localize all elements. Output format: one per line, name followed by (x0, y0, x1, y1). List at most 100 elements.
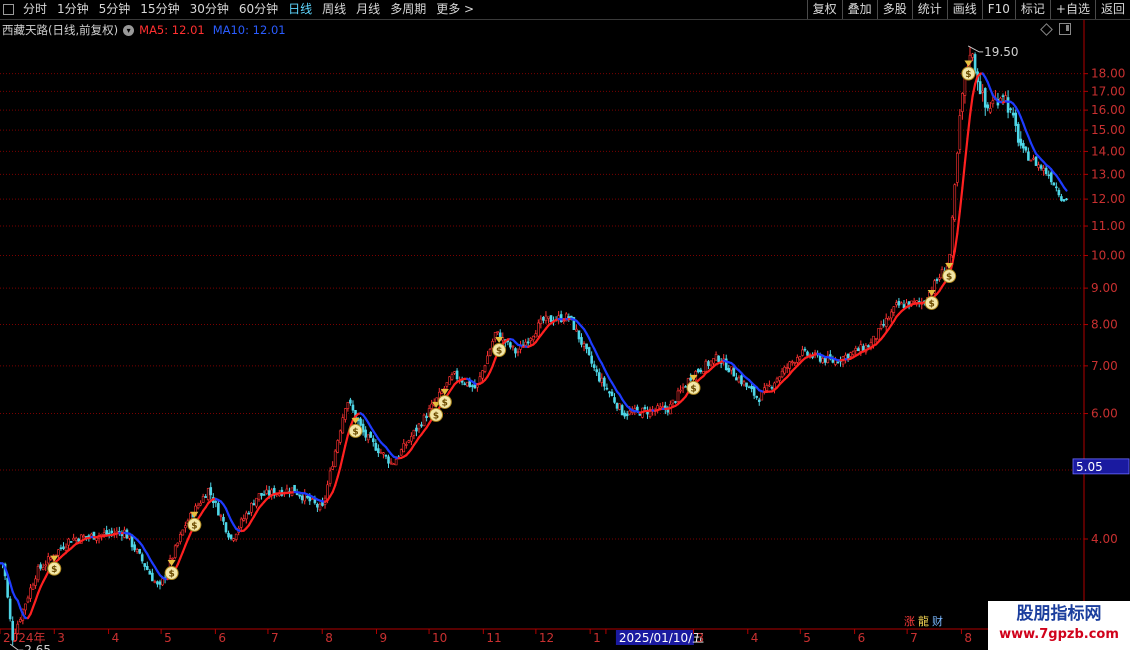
candle-body (161, 578, 164, 586)
candle-body (1014, 112, 1018, 126)
candle-body (697, 368, 700, 373)
y-tick-label: 9.00 (1091, 281, 1118, 295)
x-tick-label: 3 (57, 631, 65, 645)
money-bag-icon[interactable]: $ (961, 60, 976, 81)
candle-body (364, 429, 367, 438)
candle-body (82, 535, 86, 538)
candle-body (496, 331, 499, 333)
candle-body (178, 534, 182, 543)
candle-body (778, 376, 781, 381)
candle-body (938, 277, 941, 280)
candle-body (158, 581, 162, 585)
candle-body (529, 338, 533, 341)
candle-body (625, 413, 629, 417)
candle-body (580, 337, 583, 345)
candle-body (684, 386, 687, 388)
candle-body (585, 343, 588, 350)
candle-body (623, 412, 626, 417)
candle-body (900, 302, 903, 305)
y-tick-label: 18.00 (1091, 67, 1125, 81)
cai-badge[interactable]: 财 (932, 613, 943, 629)
candle-body (1029, 159, 1033, 162)
candle-body (562, 320, 566, 323)
candle-body (36, 566, 40, 581)
candle-body (26, 597, 30, 603)
zhang-badge[interactable]: 涨 (904, 613, 915, 629)
candle-body (889, 311, 893, 319)
candle-body (714, 354, 718, 361)
candle-body (138, 548, 141, 554)
candle-body (262, 494, 266, 496)
candle-body (587, 347, 591, 355)
x-tick-label: 6 (858, 631, 866, 645)
candle-body (897, 301, 901, 306)
candle-body (57, 549, 60, 556)
candle-body (836, 361, 840, 364)
money-bag-icon[interactable]: $ (686, 374, 701, 395)
candle-body (351, 404, 355, 411)
candle-body (597, 372, 601, 382)
y-tick-label: 16.00 (1091, 103, 1125, 117)
candle-body (305, 495, 309, 498)
candle-body (1019, 138, 1023, 146)
candle-body (887, 318, 891, 321)
candle-body (74, 537, 78, 541)
x-tick-label: 7 (271, 631, 279, 645)
candle-body (13, 633, 17, 641)
candle-body (514, 348, 517, 354)
money-bag-icon[interactable]: $ (942, 263, 957, 284)
candle-body (242, 518, 246, 521)
candle-body (531, 335, 535, 341)
candle-body (455, 370, 459, 380)
ma-line-segment (491, 357, 497, 368)
candle-body (983, 88, 987, 108)
candle-body (1037, 164, 1040, 168)
candle-body (1047, 174, 1051, 177)
candle-body (384, 454, 388, 457)
ma-line-segment (956, 210, 961, 235)
candle-body (46, 556, 50, 564)
candle-body (227, 532, 230, 538)
candle-body (239, 518, 243, 528)
candle-body (783, 366, 786, 374)
candle-body (1011, 112, 1015, 116)
x-tick-label: 8 (964, 631, 972, 645)
stock-badges: 涨 龍 财 (904, 613, 943, 629)
candle-body (958, 115, 962, 150)
candle-body (689, 377, 692, 381)
kline-chart[interactable]: 4.005.006.007.008.009.0010.0011.0012.001… (0, 0, 1130, 650)
candle-body (382, 452, 385, 455)
candle-body (128, 535, 131, 539)
candle-body (245, 512, 248, 520)
candle-body (765, 385, 769, 391)
y-tick-label: 7.00 (1091, 359, 1118, 373)
ma-line-segment (1062, 186, 1068, 192)
candle-body (849, 352, 852, 357)
money-bag-icon[interactable]: $ (924, 289, 939, 310)
candle-body (222, 516, 225, 522)
long-badge[interactable]: 龍 (918, 613, 929, 629)
candle-body (1009, 108, 1012, 110)
candle-body (534, 333, 538, 338)
candle-body (935, 279, 939, 281)
candle-body (463, 383, 466, 385)
candle-body (229, 534, 233, 539)
candle-body (803, 348, 807, 351)
candle-body (19, 619, 22, 622)
svg-text:$: $ (352, 427, 358, 437)
candle-body (750, 385, 753, 390)
ma-line-segment (963, 137, 969, 164)
candle-body (387, 456, 390, 464)
x-tick-label: 5 (164, 631, 172, 645)
candle-body (978, 81, 982, 95)
x-cursor-label: 2025/01/10/五 (619, 631, 704, 645)
candle-body (1027, 151, 1030, 161)
candle-body (796, 357, 799, 363)
x-tick-label: 6 (218, 631, 226, 645)
y-tick-label: 10.00 (1091, 249, 1125, 263)
candle-body (328, 470, 332, 484)
min-pointer (9, 643, 24, 650)
candle-body (702, 370, 705, 374)
candle-body (961, 93, 964, 112)
money-bag-icon[interactable]: $ (164, 560, 179, 581)
